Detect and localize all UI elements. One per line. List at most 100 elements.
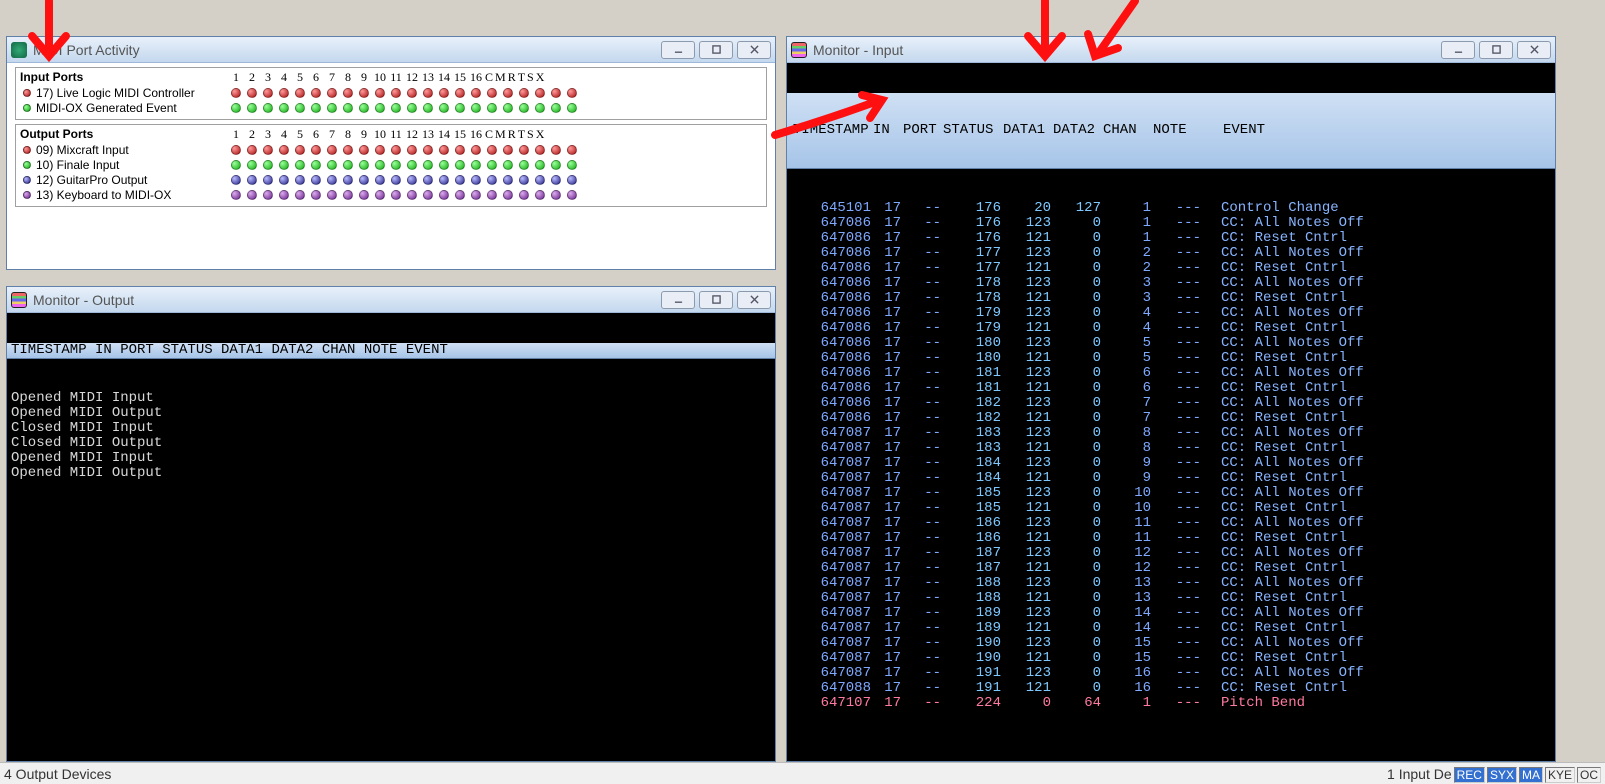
- midi-event-row: 64708617--17712102---CC: Reset Cntrl: [791, 261, 1551, 276]
- input-ports-heading: Input Ports: [20, 70, 228, 84]
- port-col-R: R: [507, 127, 517, 142]
- col-timestamp: TIMESTAMP: [793, 123, 873, 138]
- midi-event-row: 64708717--190123015---CC: All Notes Off: [791, 636, 1551, 651]
- col-in: IN: [873, 123, 903, 138]
- port-row[interactable]: 10) Finale Input: [20, 157, 762, 172]
- port-col-11: 11: [388, 127, 404, 142]
- input-ports-section: Input Ports 12345678910111213141516CMRTS…: [15, 67, 767, 120]
- port-activity-grid: [228, 175, 580, 185]
- port-col-15: 15: [452, 70, 468, 85]
- port-column-headers: 12345678910111213141516CMRTSX: [228, 127, 545, 142]
- log-line: Closed MIDI Input: [11, 421, 771, 436]
- midi-event-row: 64708717--185123010---CC: All Notes Off: [791, 486, 1551, 501]
- port-row[interactable]: 09) Mixcraft Input: [20, 142, 762, 157]
- port-col-S: S: [526, 127, 535, 142]
- port-col-7: 7: [324, 70, 340, 85]
- close-button[interactable]: [1517, 41, 1551, 59]
- port-led-icon: [23, 161, 31, 169]
- midi-event-row: 64708617--17712302---CC: All Notes Off: [791, 246, 1551, 261]
- monitor-output-lines: Opened MIDI InputOpened MIDI OutputClose…: [7, 389, 775, 483]
- midi-event-row: 64708617--17812103---CC: Reset Cntrl: [791, 291, 1551, 306]
- port-col-C: C: [484, 127, 494, 142]
- port-col-4: 4: [276, 127, 292, 142]
- port-col-C: C: [484, 70, 494, 85]
- col-note: NOTE: [1153, 123, 1203, 138]
- port-activity-grid: [228, 190, 580, 200]
- minimize-button[interactable]: [661, 41, 695, 59]
- log-line: Opened MIDI Input: [11, 451, 771, 466]
- port-column-headers: 12345678910111213141516CMRTSX: [228, 70, 545, 85]
- log-line: Opened MIDI Output: [11, 406, 771, 421]
- midi-event-row: 64708717--190121015---CC: Reset Cntrl: [791, 651, 1551, 666]
- midi-event-row: 64708717--187123012---CC: All Notes Off: [791, 546, 1551, 561]
- midi-event-row: 64708717--189121014---CC: Reset Cntrl: [791, 621, 1551, 636]
- port-activity-grid: [228, 88, 580, 98]
- port-col-16: 16: [468, 127, 484, 142]
- midi-event-row: 64708617--18112106---CC: Reset Cntrl: [791, 381, 1551, 396]
- port-col-3: 3: [260, 70, 276, 85]
- status-seg-kye: KYE: [1545, 767, 1575, 783]
- port-col-15: 15: [452, 127, 468, 142]
- port-led-icon: [23, 191, 31, 199]
- monitor-input-lines: 64510117--176201271---Control Change6470…: [787, 199, 1555, 713]
- title-bar[interactable]: Monitor - Output: [7, 287, 775, 313]
- port-col-T: T: [517, 70, 526, 85]
- port-col-X: X: [535, 127, 546, 142]
- port-label: 17) Live Logic MIDI Controller: [36, 86, 228, 100]
- minimize-button[interactable]: [1441, 41, 1475, 59]
- col-data1: DATA1: [1003, 123, 1053, 138]
- port-col-1: 1: [228, 70, 244, 85]
- midi-event-row: 64708717--191123016---CC: All Notes Off: [791, 666, 1551, 681]
- port-led-icon: [23, 104, 31, 112]
- maximize-button[interactable]: [1479, 41, 1513, 59]
- window-monitor-output[interactable]: Monitor - Output TIMESTAMP IN PORT STATU…: [6, 286, 776, 762]
- port-col-6: 6: [308, 127, 324, 142]
- maximize-button[interactable]: [699, 291, 733, 309]
- port-col-9: 9: [356, 70, 372, 85]
- port-col-11: 11: [388, 70, 404, 85]
- port-col-1: 1: [228, 127, 244, 142]
- port-row[interactable]: MIDI-OX Generated Event: [20, 100, 762, 115]
- status-right-text: 1 Input De: [1387, 766, 1452, 782]
- minimize-button[interactable]: [661, 291, 695, 309]
- port-col-T: T: [517, 127, 526, 142]
- log-line: Opened MIDI Input: [11, 391, 771, 406]
- port-row[interactable]: 17) Live Logic MIDI Controller: [20, 85, 762, 100]
- port-row[interactable]: 13) Keyboard to MIDI-OX: [20, 187, 762, 202]
- port-col-14: 14: [436, 70, 452, 85]
- port-col-2: 2: [244, 70, 260, 85]
- window-monitor-input[interactable]: Monitor - Input TIMESTAMPINPORTSTATUSDAT…: [786, 36, 1556, 762]
- port-label: 12) GuitarPro Output: [36, 173, 228, 187]
- port-activity-grid: [228, 145, 580, 155]
- port-label: 13) Keyboard to MIDI-OX: [36, 188, 228, 202]
- port-col-14: 14: [436, 127, 452, 142]
- col-chan: CHAN: [1103, 123, 1153, 138]
- output-ports-heading: Output Ports: [20, 127, 228, 141]
- midi-event-row: 64708717--18412109---CC: Reset Cntrl: [791, 471, 1551, 486]
- port-col-3: 3: [260, 127, 276, 142]
- maximize-button[interactable]: [699, 41, 733, 59]
- port-row[interactable]: 12) GuitarPro Output: [20, 172, 762, 187]
- port-col-5: 5: [292, 70, 308, 85]
- close-button[interactable]: [737, 291, 771, 309]
- title-bar[interactable]: Monitor - Input: [787, 37, 1555, 63]
- port-col-10: 10: [372, 70, 388, 85]
- port-col-9: 9: [356, 127, 372, 142]
- col-port: PORT: [903, 123, 943, 138]
- port-col-R: R: [507, 70, 517, 85]
- port-led-icon: [23, 176, 31, 184]
- app-icon: [11, 42, 27, 58]
- title-bar[interactable]: MIDI Port Activity: [7, 37, 775, 63]
- output-ports-section: Output Ports 12345678910111213141516CMRT…: [15, 124, 767, 207]
- port-col-13: 13: [420, 127, 436, 142]
- midi-event-row: 64708717--188123013---CC: All Notes Off: [791, 576, 1551, 591]
- midi-event-row: 64708717--185121010---CC: Reset Cntrl: [791, 501, 1551, 516]
- window-title: Monitor - Input: [813, 42, 1441, 58]
- port-activity-grid: [228, 103, 580, 113]
- midi-event-row: 64710717--2240641---Pitch Bend: [791, 696, 1551, 711]
- col-event: EVENT: [1203, 123, 1265, 138]
- monitor-header: TIMESTAMP IN PORT STATUS DATA1 DATA2 CHA…: [7, 343, 775, 359]
- log-line: Opened MIDI Output: [11, 466, 771, 481]
- close-button[interactable]: [737, 41, 771, 59]
- window-port-activity[interactable]: MIDI Port Activity Input Ports 123456789…: [6, 36, 776, 270]
